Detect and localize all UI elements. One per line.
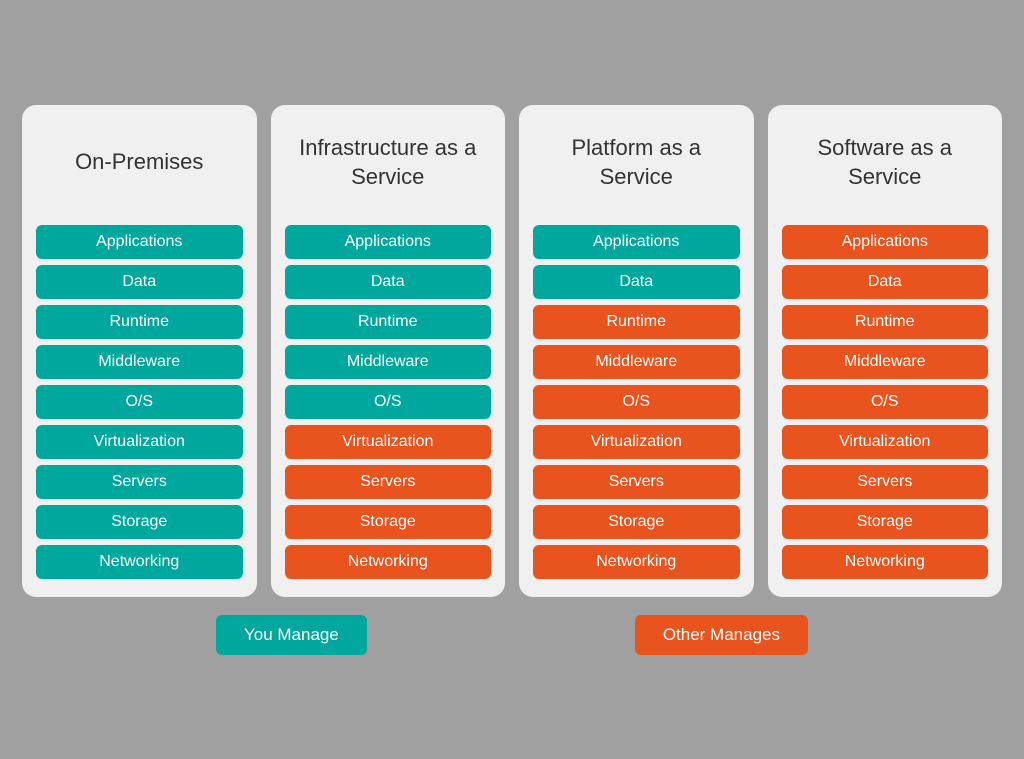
- item-badge-storage-saas: Storage: [782, 505, 989, 539]
- item-badge-applications-saas: Applications: [782, 225, 989, 259]
- item-badge-data-saas: Data: [782, 265, 989, 299]
- item-badge-networking-saas: Networking: [782, 545, 989, 579]
- item-badge-data-on-premises: Data: [36, 265, 243, 299]
- items-list-saas: Applications Data Runtime Middleware O/S Virt…: [782, 225, 989, 579]
- item-badge-storage-on-premises: Storage: [36, 505, 243, 539]
- item-badge-servers-on-premises: Servers: [36, 465, 243, 499]
- item-badge-networking-iaas: Networking: [285, 545, 492, 579]
- items-list-on-premises: Applications Data Runtime Middleware O/S Virt…: [36, 225, 243, 579]
- main-container: On-Premises Applications Data Runtime Middle…: [22, 105, 1002, 655]
- column-card-on-premises: On-Premises Applications Data Runtime Middle…: [22, 105, 257, 597]
- column-title-on-premises: On-Premises: [75, 123, 203, 203]
- column-card-saas: Software as a Service Applications Data Run…: [768, 105, 1003, 597]
- item-badge-runtime-paas: Runtime: [533, 305, 740, 339]
- item-badge-virtualization-paas: Virtualization: [533, 425, 740, 459]
- legend-row: You Manage Other Manages: [22, 615, 1002, 655]
- item-badge-storage-paas: Storage: [533, 505, 740, 539]
- item-badge-servers-paas: Servers: [533, 465, 740, 499]
- item-badge-virtualization-iaas: Virtualization: [285, 425, 492, 459]
- item-badge-storage-iaas: Storage: [285, 505, 492, 539]
- item-badge-virtualization-saas: Virtualization: [782, 425, 989, 459]
- item-badge-servers-saas: Servers: [782, 465, 989, 499]
- column-title-paas: Platform as a Service: [533, 123, 740, 203]
- item-badge-networking-on-premises: Networking: [36, 545, 243, 579]
- item-badge-o/s-saas: O/S: [782, 385, 989, 419]
- item-badge-applications-paas: Applications: [533, 225, 740, 259]
- item-badge-networking-paas: Networking: [533, 545, 740, 579]
- column-card-iaas: Infrastructure as a Service Applications D…: [271, 105, 506, 597]
- item-badge-applications-on-premises: Applications: [36, 225, 243, 259]
- columns-row: On-Premises Applications Data Runtime Middle…: [22, 105, 1002, 597]
- column-card-paas: Platform as a Service Applications Data Run…: [519, 105, 754, 597]
- item-badge-middleware-on-premises: Middleware: [36, 345, 243, 379]
- item-badge-middleware-saas: Middleware: [782, 345, 989, 379]
- item-badge-virtualization-on-premises: Virtualization: [36, 425, 243, 459]
- column-title-iaas: Infrastructure as a Service: [285, 123, 492, 203]
- item-badge-data-paas: Data: [533, 265, 740, 299]
- item-badge-o/s-paas: O/S: [533, 385, 740, 419]
- item-badge-o/s-on-premises: O/S: [36, 385, 243, 419]
- items-list-iaas: Applications Data Runtime Middleware O/S Virt…: [285, 225, 492, 579]
- other-manages-badge: Other Manages: [635, 615, 808, 655]
- item-badge-middleware-iaas: Middleware: [285, 345, 492, 379]
- item-badge-o/s-iaas: O/S: [285, 385, 492, 419]
- item-badge-runtime-iaas: Runtime: [285, 305, 492, 339]
- item-badge-runtime-saas: Runtime: [782, 305, 989, 339]
- item-badge-data-iaas: Data: [285, 265, 492, 299]
- items-list-paas: Applications Data Runtime Middleware O/S Virt…: [533, 225, 740, 579]
- item-badge-applications-iaas: Applications: [285, 225, 492, 259]
- item-badge-middleware-paas: Middleware: [533, 345, 740, 379]
- item-badge-runtime-on-premises: Runtime: [36, 305, 243, 339]
- item-badge-servers-iaas: Servers: [285, 465, 492, 499]
- column-title-saas: Software as a Service: [782, 123, 989, 203]
- you-manage-badge: You Manage: [216, 615, 367, 655]
